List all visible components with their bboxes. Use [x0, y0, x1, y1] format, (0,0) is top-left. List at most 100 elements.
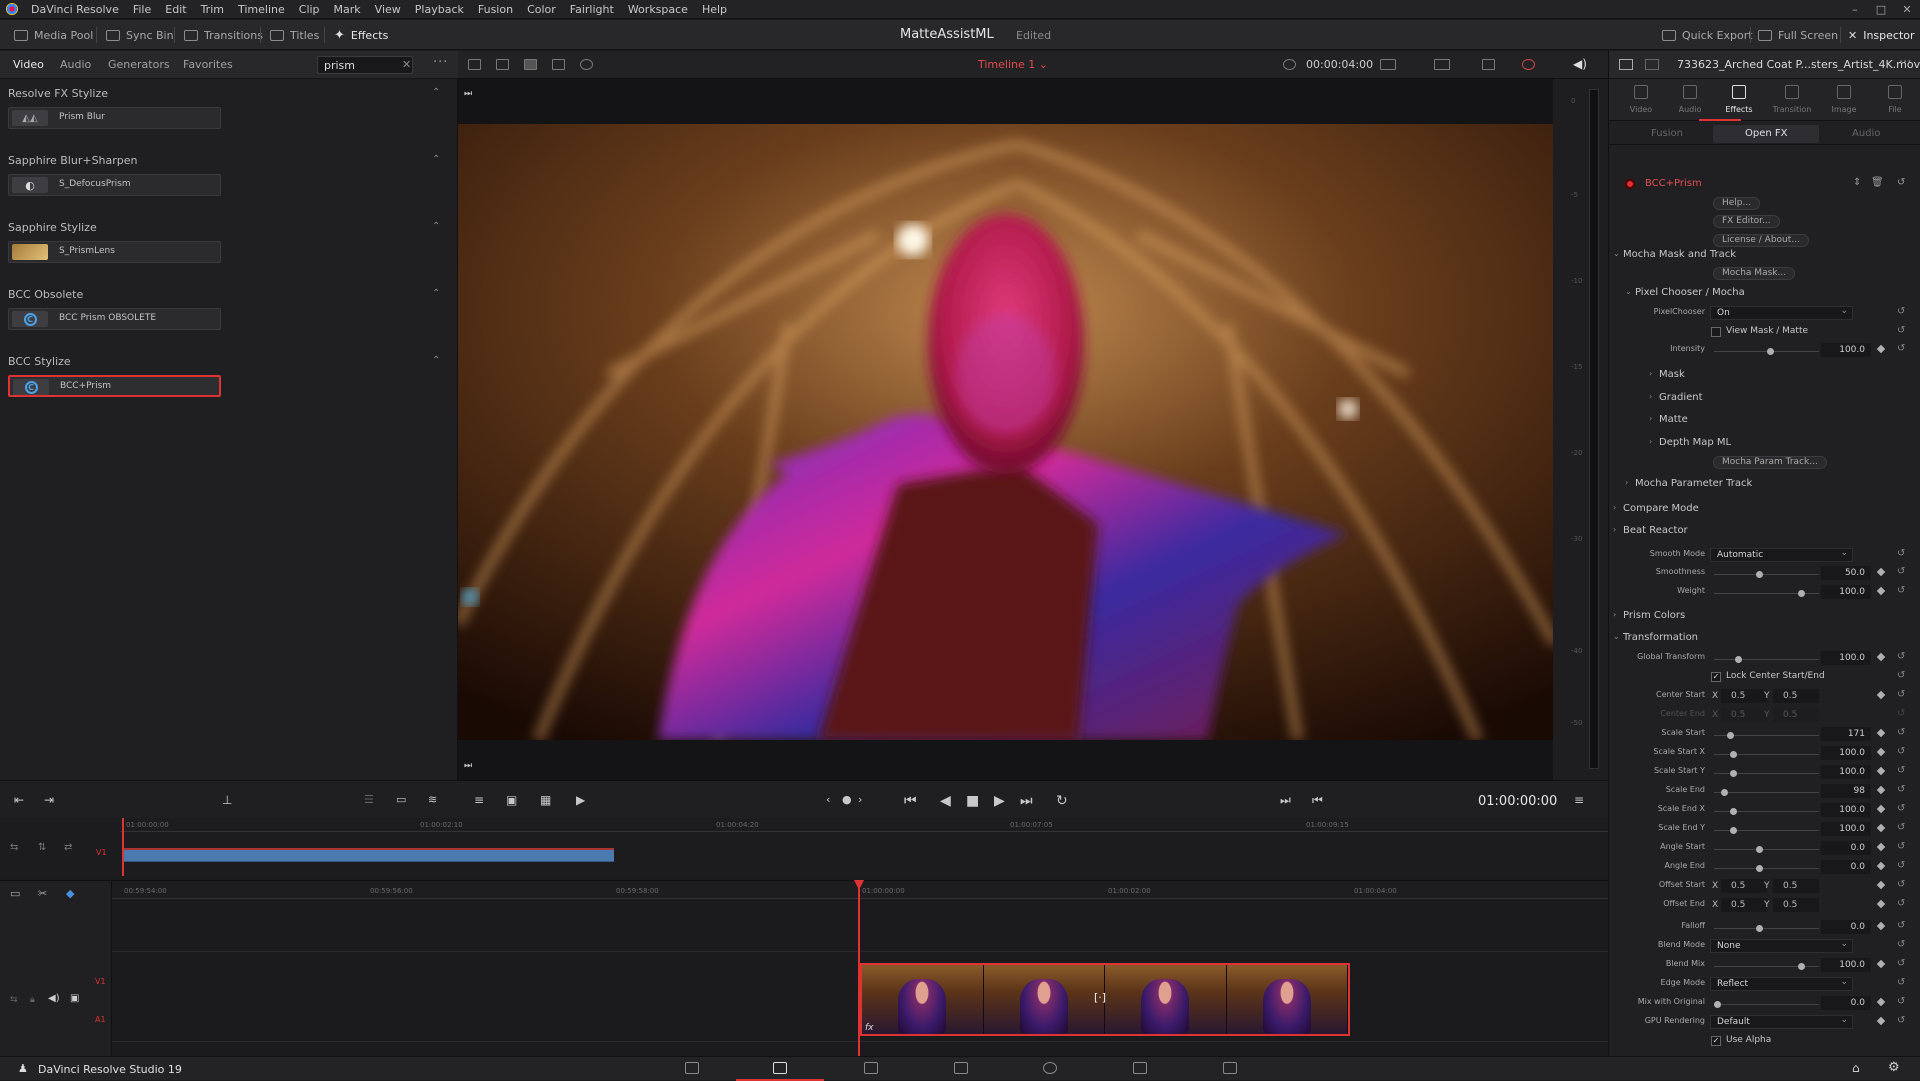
- reset-icon[interactable]: ↺: [1897, 727, 1905, 738]
- smooth-mode-dropdown[interactable]: Automatic: [1710, 547, 1853, 562]
- smoothness-value[interactable]: 50.0: [1821, 566, 1871, 580]
- keyframe-icon[interactable]: [1876, 899, 1886, 909]
- replace-icon[interactable]: ▭: [396, 793, 406, 806]
- color-wheel-icon[interactable]: [1522, 59, 1535, 70]
- scale-end-x-slider[interactable]: [1714, 808, 1819, 815]
- angle-start-slider[interactable]: [1714, 846, 1819, 853]
- effect-item[interactable]: S_PrismLens: [8, 241, 221, 263]
- zoom-icon[interactable]: [1380, 59, 1396, 70]
- speaker-icon[interactable]: ◀): [48, 993, 60, 1004]
- timeline-clip[interactable]: fx [·]: [860, 963, 1350, 1036]
- skip-to-end-icon[interactable]: ⏭: [464, 761, 472, 771]
- reset-icon[interactable]: ↺: [1897, 746, 1905, 757]
- chevron-up-icon[interactable]: ⌃: [432, 355, 440, 366]
- reset-icon[interactable]: ↺: [1897, 343, 1905, 354]
- group-header[interactable]: BCC Obsolete: [8, 288, 83, 301]
- play-icon[interactable]: ▶: [994, 793, 1005, 809]
- menu-clip[interactable]: Clip: [292, 3, 327, 16]
- fusion-page-icon[interactable]: [954, 1062, 968, 1074]
- reset-icon[interactable]: ↺: [1897, 860, 1905, 871]
- section-matte[interactable]: › Matte: [1609, 414, 1920, 430]
- reset-icon[interactable]: ↺: [1897, 841, 1905, 852]
- effects-button[interactable]: ✦ Effects: [328, 20, 394, 50]
- offset-start-x[interactable]: X 0.5: [1712, 879, 1767, 893]
- append-icon[interactable]: ≋: [428, 793, 437, 806]
- menu-playback[interactable]: Playback: [408, 3, 471, 16]
- slider-knob[interactable]: [1729, 751, 1737, 758]
- menu-trim[interactable]: Trim: [194, 3, 231, 16]
- group-header[interactable]: Sapphire Blur+Sharpen: [8, 154, 138, 167]
- file-tab-icon[interactable]: [1888, 85, 1902, 99]
- offset-end-x[interactable]: X 0.5: [1712, 898, 1767, 912]
- section-compare-mode[interactable]: › Compare Mode: [1609, 503, 1920, 519]
- scale-end-y-slider[interactable]: [1714, 827, 1819, 834]
- tab-effects[interactable]: Effects: [1719, 105, 1759, 114]
- global-transform-value[interactable]: 100.0: [1821, 651, 1871, 665]
- reset-icon[interactable]: ↺: [1897, 803, 1905, 814]
- media-page-icon[interactable]: [685, 1062, 699, 1074]
- reset-icon[interactable]: ↺: [1897, 306, 1905, 317]
- chevron-up-icon[interactable]: ⌃: [432, 221, 440, 232]
- overlay-icon[interactable]: [1434, 59, 1450, 70]
- chevron-up-icon[interactable]: ⌃: [432, 87, 440, 98]
- blend-mix-value[interactable]: 100.0: [1821, 958, 1871, 972]
- out-point-icon[interactable]: ⏮: [1312, 793, 1323, 808]
- keyframe-icon[interactable]: [1876, 880, 1886, 890]
- edit-page-icon[interactable]: [864, 1062, 878, 1074]
- keyframe-icon[interactable]: [1876, 652, 1886, 662]
- scale-start-y-slider[interactable]: [1714, 770, 1819, 777]
- keyframe-icon[interactable]: [1876, 567, 1886, 577]
- edit-tool-icon[interactable]: ⇤: [14, 793, 24, 807]
- effect-item-selected[interactable]: C BCC+Prism: [8, 375, 221, 397]
- dual-view-icon[interactable]: [1645, 59, 1659, 70]
- export-frame-icon[interactable]: ▶: [576, 793, 585, 807]
- blend-mix-slider[interactable]: [1714, 963, 1819, 970]
- more-options-icon[interactable]: ···: [433, 55, 448, 70]
- menu-file[interactable]: File: [126, 3, 158, 16]
- color-page-icon[interactable]: [1043, 1062, 1057, 1074]
- in-point-icon[interactable]: ⏭: [1280, 793, 1291, 808]
- gear-icon[interactable]: ⚙: [1888, 1060, 1900, 1075]
- slider-knob[interactable]: [1729, 827, 1737, 834]
- keyframe-icon[interactable]: [1876, 823, 1886, 833]
- trash-icon[interactable]: 🗑︎: [1871, 177, 1884, 188]
- clip-icon[interactable]: ▣: [506, 793, 517, 807]
- section-prism-colors[interactable]: › Prism Colors: [1609, 610, 1920, 626]
- reset-icon[interactable]: ↺: [1897, 784, 1905, 795]
- keyframe-icon[interactable]: [1876, 586, 1886, 596]
- slider-knob[interactable]: [1714, 1001, 1721, 1008]
- pixelchooser-dropdown[interactable]: On: [1710, 305, 1853, 320]
- keyframe-icon[interactable]: [1876, 728, 1886, 738]
- clip-icon[interactable]: ▦: [540, 793, 551, 807]
- mix-original-slider[interactable]: [1714, 1001, 1819, 1008]
- effects-search-input[interactable]: [317, 56, 413, 74]
- mocha-param-track-button[interactable]: Mocha Param Track...: [1713, 456, 1827, 469]
- overwrite-icon[interactable]: ☰: [364, 793, 374, 806]
- slider-knob[interactable]: [1766, 348, 1774, 355]
- audio-tab-icon[interactable]: [1683, 85, 1697, 99]
- weight-slider[interactable]: [1714, 590, 1819, 597]
- mocha-mask-button[interactable]: Mocha Mask...: [1713, 267, 1796, 280]
- go-to-end-icon[interactable]: ⏭: [1020, 793, 1033, 809]
- scale-start-slider[interactable]: [1714, 732, 1819, 739]
- menu-help[interactable]: Help: [695, 3, 734, 16]
- mix-original-value[interactable]: 0.0: [1821, 996, 1871, 1010]
- reset-icon[interactable]: ↺: [1897, 585, 1905, 596]
- group-header[interactable]: BCC Stylize: [8, 355, 71, 368]
- scale-end-y-value[interactable]: 100.0: [1821, 822, 1871, 836]
- audio-speaker-icon[interactable]: ◀): [1573, 57, 1587, 71]
- falloff-value[interactable]: 0.0: [1821, 920, 1871, 934]
- slider-knob[interactable]: [1756, 846, 1763, 853]
- section-mocha-mask-track[interactable]: ⌄ Mocha Mask and Track: [1609, 249, 1920, 265]
- titles-button[interactable]: Titles: [264, 20, 325, 50]
- tab-file[interactable]: File: [1875, 105, 1915, 114]
- minimize-icon[interactable]: –: [1842, 3, 1868, 16]
- inspector-button[interactable]: ✕ Inspector: [1842, 20, 1920, 50]
- timeline-view-icon[interactable]: ▭: [10, 887, 20, 900]
- marker-icon[interactable]: ●: [842, 793, 852, 806]
- scale-end-value[interactable]: 98: [1821, 784, 1871, 798]
- insert-icon[interactable]: ⊥: [222, 793, 232, 807]
- scale-start-y-value[interactable]: 100.0: [1821, 765, 1871, 779]
- falloff-slider[interactable]: [1714, 925, 1819, 932]
- video-tab-icon[interactable]: [1634, 85, 1648, 99]
